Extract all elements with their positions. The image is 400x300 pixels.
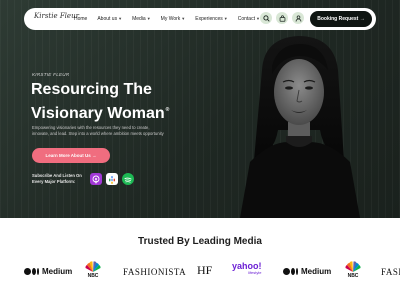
medium-logo[interactable]: Medium: [283, 267, 331, 276]
account-button[interactable]: [292, 12, 304, 24]
user-icon: [295, 15, 301, 22]
nav-item-label: My Work: [160, 16, 181, 22]
medium-mark-icon: [283, 268, 299, 275]
portrait-image: [240, 36, 360, 218]
headline-line-2: Visionary Woman®: [31, 100, 211, 124]
nav-item-contact[interactable]: Contact▼: [238, 16, 260, 22]
chevron-down-icon: ▼: [181, 16, 186, 21]
nav-links: Home About us▼ Media▼ My Work▼ Experienc…: [74, 8, 270, 30]
nav-item-my-work[interactable]: My Work▼: [161, 16, 186, 22]
fashionista-logo[interactable]: FASHIONISTA: [381, 267, 400, 277]
fashionista-logo-text: FASHIONISTA: [381, 267, 400, 277]
fashionista-logo[interactable]: FASHIONISTA: [123, 267, 186, 277]
hf-logo-text: HF: [197, 263, 213, 277]
medium-logo-text: Medium: [301, 267, 332, 276]
yahoo-logo-text: yahoo!: [232, 261, 262, 271]
nav-item-media[interactable]: Media▼: [132, 16, 151, 22]
nav-item-label: Contact: [237, 16, 255, 22]
booking-request-button[interactable]: Booking Request →: [310, 11, 372, 27]
yahoo-lifestyle-logo[interactable]: yahoo! lifestyle: [232, 261, 262, 276]
search-button[interactable]: [260, 12, 272, 24]
nbc-logo-text: NBC: [87, 273, 99, 279]
spotify-link[interactable]: [122, 173, 134, 185]
headline-line-2-text: Visionary Woman: [31, 105, 165, 122]
hero-section: Kirstie Fleur Home About us▼ Media▼ My W…: [0, 0, 400, 218]
fashionista-logo-text: FASHIONISTA: [123, 267, 187, 277]
chevron-down-icon: ▼: [118, 16, 123, 21]
navbar: Kirstie Fleur Home About us▼ Media▼ My W…: [24, 8, 376, 30]
nav-item-label: Experiences: [195, 16, 223, 22]
headline-line-1: Resourcing The: [31, 81, 152, 98]
apple-podcasts-link[interactable]: [90, 173, 102, 185]
nav-item-label: Home: [74, 16, 88, 22]
hf-logo[interactable]: HF: [197, 263, 212, 278]
nbc-logo-text: NBC: [347, 273, 359, 279]
apple-podcasts-icon: [92, 175, 100, 184]
google-podcasts-link[interactable]: [106, 173, 118, 185]
chevron-down-icon: ▼: [146, 16, 151, 21]
spotify-icon: [124, 177, 132, 183]
subscribe-line-2: Every Major Platform:: [32, 179, 76, 184]
medium-logo[interactable]: Medium: [24, 267, 72, 276]
nav-item-home[interactable]: Home: [74, 16, 87, 22]
hero-headline: Resourcing The Visionary Woman®: [31, 80, 211, 124]
peacock-icon: [345, 261, 361, 272]
chevron-down-icon: ▼: [223, 16, 228, 21]
search-icon: [262, 14, 270, 22]
medium-mark-icon: [24, 268, 40, 275]
cart-button[interactable]: [276, 12, 288, 24]
yahoo-lifestyle-text: lifestyle: [248, 270, 262, 275]
media-logos-strip: Medium NBC FASHIONISTA HF yahoo! lifesty…: [0, 258, 400, 288]
nav-item-label: About us: [97, 16, 118, 22]
registered-mark: ®: [165, 107, 170, 113]
nav-item-about-us[interactable]: About us▼: [97, 16, 122, 22]
site-logo[interactable]: Kirstie Fleur: [34, 12, 79, 20]
google-podcasts-icon: [109, 176, 115, 184]
medium-logo-text: Medium: [42, 267, 73, 276]
hero-description: Empowering visionaries with the resource…: [32, 125, 182, 137]
nav-item-experiences[interactable]: Experiences▼: [195, 16, 227, 22]
nav-item-label: Media: [132, 16, 146, 22]
trusted-by-title: Trusted By Leading Media: [138, 236, 262, 247]
hero-eyebrow: KIRSTIE FLEUR: [32, 72, 70, 77]
peacock-icon: [85, 261, 101, 272]
subscribe-text: Subscribe And Listen On Every Major Plat…: [32, 173, 82, 185]
nbc-logo[interactable]: NBC: [84, 261, 102, 279]
description-line-2: innovate, and lead. Step into a world wh…: [32, 131, 164, 136]
learn-more-button[interactable]: Learn More About Us →: [32, 148, 110, 163]
bag-icon: [279, 14, 285, 22]
nbc-logo[interactable]: NBC: [344, 261, 362, 279]
